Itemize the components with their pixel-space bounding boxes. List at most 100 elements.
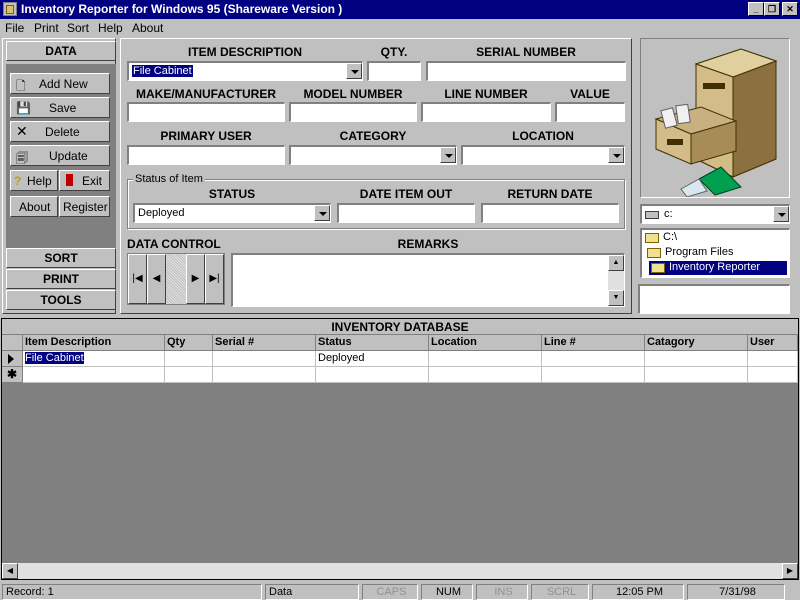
return-date-field[interactable] [481,203,619,223]
column-header[interactable]: Line # [542,335,645,351]
tools-section-button[interactable]: TOOLS [6,290,116,310]
item-description-label: ITEM DESCRIPTION [187,45,302,59]
status-combo[interactable]: Deployed [133,203,331,223]
location-label: LOCATION [512,129,574,143]
column-header[interactable]: Qty [165,335,213,351]
qty-field[interactable] [367,61,421,81]
exit-button[interactable]: Exit [59,170,110,191]
update-button[interactable]: 🗐 Update [10,145,110,166]
model-field[interactable] [289,102,417,122]
inventory-grid[interactable]: INVENTORY DATABASE Item Description Qty … [1,318,799,580]
column-header[interactable]: Location [429,335,542,351]
add-new-button[interactable]: 🗋 Add New [10,73,110,94]
column-header[interactable]: User [748,335,798,351]
model-label: MODEL NUMBER [303,87,403,101]
remarks-textarea[interactable]: ▲ ▼ [231,253,625,307]
menu-file[interactable]: File [5,21,24,35]
current-row-icon[interactable] [2,351,23,367]
chevron-down-icon[interactable] [440,147,456,163]
print-section-button[interactable]: PRINT [6,269,116,289]
save-button[interactable]: 💾 Save [10,97,110,118]
table-cell[interactable] [23,367,165,383]
column-header[interactable]: Catagory [645,335,748,351]
primary-user-field[interactable] [127,145,285,165]
first-record-icon[interactable]: |◀ [128,254,147,304]
item-description-combo[interactable]: File Cabinet [127,61,363,81]
menu-about[interactable]: About [132,21,163,35]
chevron-down-icon[interactable] [773,206,789,222]
scroll-down-icon[interactable]: ▼ [608,290,624,306]
window-title: Inventory Reporter for Windows 95 (Share… [21,2,343,16]
table-cell[interactable] [165,367,213,383]
delete-button[interactable]: ✕ Delete [10,121,110,142]
chevron-down-icon[interactable] [608,147,624,163]
location-combo[interactable] [461,145,625,165]
open-folder-icon [651,263,665,273]
folder-list[interactable]: C:\ Program Files Inventory Reporter [640,228,790,278]
previous-record-icon[interactable]: ◀ [147,254,166,304]
table-cell[interactable] [165,351,213,367]
table-cell[interactable] [645,367,748,383]
table-cell[interactable] [213,351,316,367]
date-item-out-field[interactable] [337,203,475,223]
return-date-label: RETURN DATE [507,187,593,201]
register-button[interactable]: Register [59,196,110,217]
folder-item-selected[interactable]: Inventory Reporter [649,261,787,275]
category-combo[interactable] [289,145,457,165]
menu-sort[interactable]: Sort [67,21,89,35]
file-cabinet-image [640,38,790,198]
table-cell[interactable]: File Cabinet [23,351,165,367]
table-cell[interactable] [429,367,542,383]
record-status: Record: 1 [2,584,262,600]
value-field[interactable] [555,102,625,122]
table-cell[interactable] [645,351,748,367]
column-header[interactable]: Item Description [23,335,165,351]
next-record-icon[interactable]: ▶ [186,254,205,304]
last-record-icon[interactable]: ▶| [205,254,224,304]
column-header[interactable]: Serial # [213,335,316,351]
floppy-disk-icon: 💾 [16,101,31,115]
table-row[interactable]: File Cabinet Deployed [2,351,798,367]
new-row-asterisk-icon[interactable]: ✱ [2,367,23,383]
chevron-down-icon[interactable] [346,63,362,79]
title-bar: Inventory Reporter for Windows 95 (Share… [0,0,800,19]
help-button[interactable]: ? Help [10,170,58,191]
close-button[interactable]: ✕ [782,2,798,16]
sort-section-button[interactable]: SORT [6,248,116,268]
chevron-down-icon[interactable] [314,205,330,221]
table-cell[interactable] [316,367,429,383]
data-control: |◀ ◀ ▶ ▶| [127,253,225,305]
line-number-field[interactable] [421,102,551,122]
remarks-scrollbar[interactable]: ▲ ▼ [608,255,624,306]
column-header[interactable]: Status [316,335,429,351]
menu-print[interactable]: Print [34,21,59,35]
table-cell[interactable] [748,351,798,367]
maximize-button[interactable]: ❐ [764,2,780,16]
file-list[interactable] [638,284,790,314]
table-cell[interactable] [542,367,645,383]
minimize-button[interactable]: _ [748,2,764,16]
scroll-left-icon[interactable]: ◀ [2,563,18,579]
make-field[interactable] [127,102,285,122]
scroll-right-icon[interactable]: ▶ [782,563,798,579]
app-icon[interactable] [3,2,17,16]
table-cell[interactable] [429,351,542,367]
data-section-button[interactable]: DATA [6,41,116,61]
drive-combo[interactable]: c: [640,204,790,224]
time-display: 12:05 PM [592,584,684,600]
scroll-up-icon[interactable]: ▲ [608,255,624,271]
remarks-label: REMARKS [397,237,459,251]
menu-bar: File Print Sort Help About [0,19,800,38]
grid-header: Item Description Qty Serial # Status Loc… [2,335,798,351]
new-document-icon: 🗋 [16,79,26,93]
about-button[interactable]: About [10,196,58,217]
table-cell[interactable] [213,367,316,383]
serial-number-field[interactable] [426,61,626,81]
table-cell[interactable]: Deployed [316,351,429,367]
data-control-label: DATA CONTROL [127,237,221,251]
grid-horizontal-scrollbar[interactable]: ◀ ▶ [2,563,798,579]
new-row[interactable]: ✱ [2,367,798,383]
table-cell[interactable] [542,351,645,367]
menu-help[interactable]: Help [98,21,123,35]
table-cell[interactable] [748,367,798,383]
